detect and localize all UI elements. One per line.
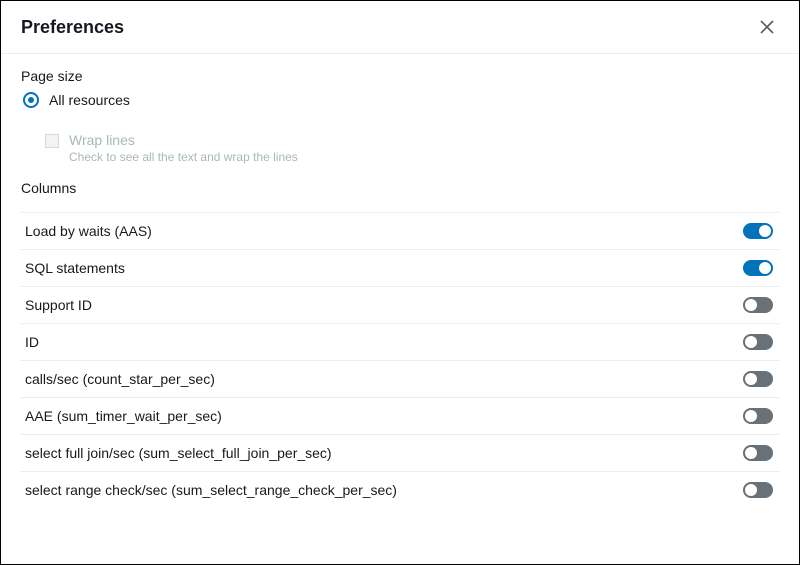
page-size-option-all-resources[interactable]: All resources — [23, 92, 779, 108]
column-toggle[interactable] — [743, 445, 773, 461]
page-title: Preferences — [21, 17, 124, 38]
columns-list: Load by waits (AAS) SQL statements Support… — [21, 212, 779, 508]
toggle-knob-icon — [745, 299, 757, 311]
column-toggle[interactable] — [743, 408, 773, 424]
close-button[interactable] — [755, 15, 779, 39]
column-label: calls/sec (count_star_per_sec) — [25, 371, 215, 387]
toggle-knob-icon — [745, 447, 757, 459]
close-icon — [759, 19, 775, 35]
column-toggle[interactable] — [743, 334, 773, 350]
toggle-knob-icon — [759, 225, 771, 237]
page-size-option-label: All resources — [49, 92, 130, 108]
column-row: ID — [21, 323, 779, 360]
column-row: Support ID — [21, 286, 779, 323]
radio-selected-icon — [23, 92, 39, 108]
toggle-knob-icon — [745, 373, 757, 385]
wrap-lines-description: Check to see all the text and wrap the l… — [69, 150, 298, 164]
page-size-label: Page size — [21, 68, 779, 84]
column-toggle[interactable] — [743, 371, 773, 387]
column-row: AAE (sum_timer_wait_per_sec) — [21, 397, 779, 434]
column-label: SQL statements — [25, 260, 125, 276]
column-label: AAE (sum_timer_wait_per_sec) — [25, 408, 222, 424]
column-label: Support ID — [25, 297, 92, 313]
column-row: SQL statements — [21, 249, 779, 286]
column-toggle[interactable] — [743, 297, 773, 313]
column-label: select range check/sec (sum_select_range… — [25, 482, 397, 498]
wrap-lines-label: Wrap lines — [69, 132, 298, 148]
checkbox-unchecked-disabled-icon — [45, 134, 59, 148]
column-toggle[interactable] — [743, 482, 773, 498]
toggle-knob-icon — [745, 336, 757, 348]
columns-label: Columns — [21, 180, 779, 196]
column-row: Load by waits (AAS) — [21, 212, 779, 249]
toggle-knob-icon — [759, 262, 771, 274]
modal-header: Preferences — [1, 1, 799, 54]
column-label: ID — [25, 334, 39, 350]
column-row: calls/sec (count_star_per_sec) — [21, 360, 779, 397]
column-label: Load by waits (AAS) — [25, 223, 152, 239]
column-label: select full join/sec (sum_select_full_jo… — [25, 445, 332, 461]
column-row: select full join/sec (sum_select_full_jo… — [21, 434, 779, 471]
wrap-lines-checkbox: Wrap lines Check to see all the text and… — [45, 132, 779, 164]
toggle-knob-icon — [745, 410, 757, 422]
toggle-knob-icon — [745, 484, 757, 496]
column-toggle[interactable] — [743, 260, 773, 276]
column-toggle[interactable] — [743, 223, 773, 239]
column-row: select range check/sec (sum_select_range… — [21, 471, 779, 508]
